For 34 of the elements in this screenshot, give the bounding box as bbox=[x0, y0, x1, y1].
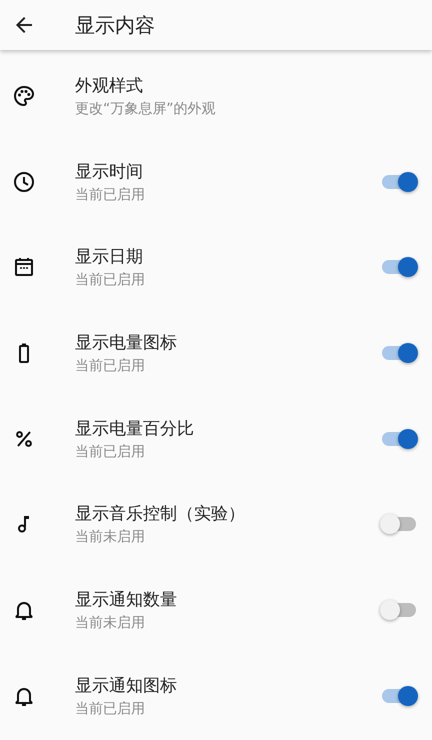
settings-item[interactable]: 显示电量百分比 当前已启用 bbox=[0, 396, 432, 482]
settings-item[interactable]: 显示通知图标 当前已启用 bbox=[0, 652, 432, 738]
item-title: 显示电量百分比 bbox=[75, 418, 195, 440]
screen-title: 显示内容 bbox=[75, 12, 155, 38]
settings-item[interactable]: 显示日期 当前已启用 bbox=[0, 224, 432, 310]
toggle-switch[interactable] bbox=[380, 340, 418, 365]
item-subtitle: 当前已启用 bbox=[75, 271, 146, 290]
item-subtitle: 当前已启用 bbox=[75, 700, 146, 718]
toggle-switch[interactable] bbox=[380, 684, 418, 708]
item-subtitle: 当前已启用 bbox=[75, 442, 146, 461]
item-title: 显示音乐控制（实验） bbox=[75, 503, 246, 526]
toggle-switch[interactable] bbox=[380, 512, 418, 536]
settings-item[interactable]: 显示通知数量 当前未启用 bbox=[0, 567, 432, 653]
item-title: 显示电量图标 bbox=[75, 332, 178, 354]
item-subtitle: 当前已启用 bbox=[75, 356, 146, 375]
item-title: 显示通知图标 bbox=[75, 674, 178, 697]
toggle-switch[interactable] bbox=[380, 170, 418, 194]
settings-item[interactable]: 显示时间 当前已启用 bbox=[0, 138, 432, 224]
item-title: 显示时间 bbox=[75, 160, 144, 183]
toggle-switch[interactable] bbox=[380, 426, 418, 451]
item-title: 外观样式 bbox=[75, 74, 144, 97]
item-subtitle: 更改“万象息屏”的外观 bbox=[75, 100, 217, 118]
palette-icon bbox=[12, 84, 36, 108]
settings-item[interactable]: 显示音乐控制（实验） 当前未启用 bbox=[0, 481, 432, 568]
item-title: 显示通知数量 bbox=[75, 588, 178, 611]
item-title: 显示日期 bbox=[75, 246, 144, 268]
item-subtitle: 当前未启用 bbox=[75, 528, 146, 546]
item-subtitle: 当前已启用 bbox=[75, 186, 146, 204]
clock-icon bbox=[12, 170, 36, 194]
item-subtitle: 当前未启用 bbox=[75, 614, 146, 632]
toggle-switch[interactable] bbox=[380, 598, 418, 622]
toggle-switch[interactable] bbox=[380, 255, 418, 280]
settings-item[interactable]: 显示电量图标 当前已启用 bbox=[0, 310, 432, 396]
settings-item[interactable]: 外观样式 更改“万象息屏”的外观 bbox=[0, 53, 432, 139]
